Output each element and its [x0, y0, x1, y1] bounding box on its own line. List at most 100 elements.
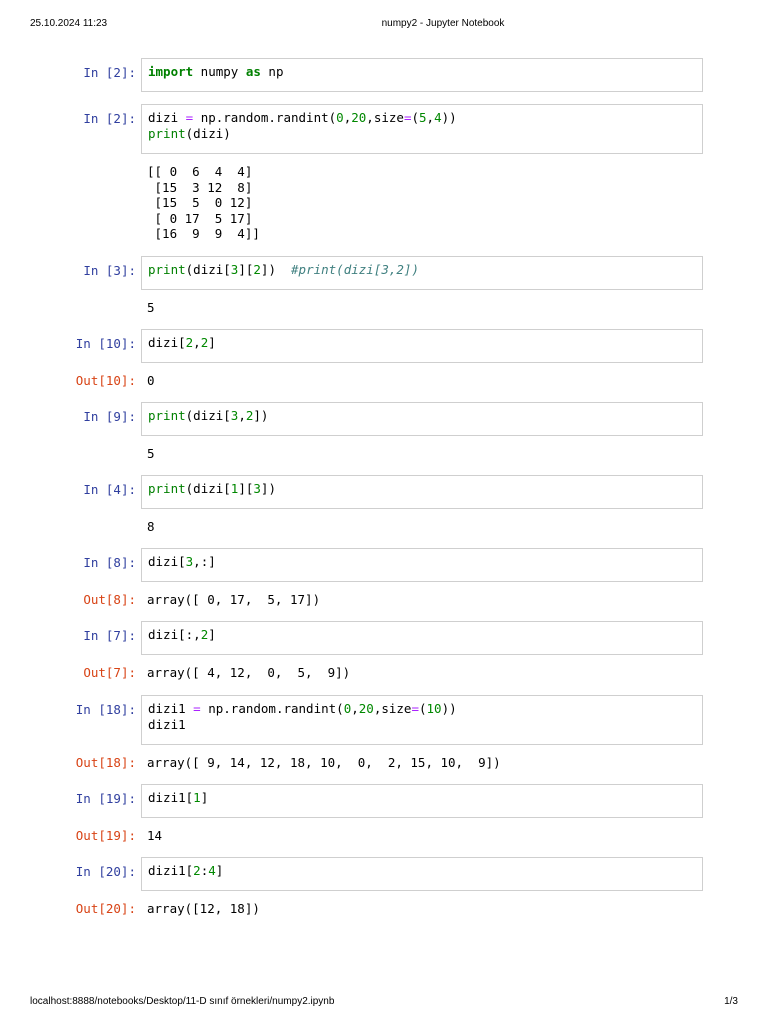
input-prompt: In [4]: — [83, 482, 136, 497]
code-token: , — [193, 335, 201, 350]
code-token: (dizi[ — [185, 408, 231, 423]
code-token: 1 — [193, 790, 201, 805]
code-token: as — [245, 64, 261, 79]
output-prompt: Out[18]: — [75, 755, 136, 770]
code-input[interactable]: import numpy as np — [141, 58, 703, 92]
code-token: dizi1[ — [148, 790, 194, 805]
code-token: dizi1 — [148, 716, 186, 732]
output-prompt: Out[7]: — [83, 665, 136, 680]
code-line: dizi1 — [148, 717, 696, 733]
code-token: print — [148, 408, 186, 423]
code-token: dizi — [148, 110, 186, 125]
code-token: 20 — [358, 701, 374, 716]
output-prompt: Out[20]: — [75, 901, 136, 916]
input-prompt: In [2]: — [83, 111, 136, 126]
output-prompt: Out[19]: — [75, 828, 136, 843]
output-line: array([ 0, 17, 5, 17]) — [147, 592, 321, 607]
code-token: ]) — [260, 481, 276, 496]
code-token: 10 — [426, 701, 442, 716]
input-prompt: In [7]: — [83, 628, 136, 643]
code-input[interactable]: dizi[2,2] — [141, 329, 703, 363]
code-token: 4 — [434, 110, 442, 125]
output-line: [16 9 9 4]] — [147, 226, 260, 241]
code-token: numpy — [193, 64, 246, 79]
code-token: dizi[ — [148, 554, 186, 569]
code-token: ,:] — [193, 554, 216, 569]
code-token: (dizi[ — [185, 481, 231, 496]
output-prompt: Out[8]: — [83, 592, 136, 607]
code-token: #print(dizi[3,2]) — [291, 262, 419, 277]
code-token: ] — [208, 627, 216, 642]
code-input[interactable]: dizi[3,:] — [141, 548, 703, 582]
code-token: 5 — [419, 110, 427, 125]
code-token: , — [238, 408, 246, 423]
output-prompt: Out[10]: — [75, 373, 136, 388]
code-input[interactable]: dizi[:,2] — [141, 621, 703, 655]
code-token: 4 — [208, 863, 216, 878]
code-token: 2 — [253, 262, 261, 277]
code-line: dizi1[2:4] — [148, 863, 696, 879]
code-line: print(dizi) — [148, 126, 696, 142]
code-token: np.random.randint( — [200, 701, 344, 716]
cell-output: [[ 0 6 4 4] [15 3 12 8] [15 5 0 12] [ 0 … — [147, 164, 260, 242]
code-token: ,size — [366, 110, 404, 125]
output-line: 5 — [147, 446, 155, 461]
code-token: np.random.randint( — [193, 110, 337, 125]
code-line: print(dizi[3][2]) #print(dizi[3,2]) — [148, 262, 696, 278]
code-token: dizi[ — [148, 335, 186, 350]
code-token: 20 — [351, 110, 367, 125]
input-prompt: In [8]: — [83, 555, 136, 570]
print-page-number: 1/3 — [724, 996, 738, 1007]
code-token: (dizi) — [185, 125, 231, 141]
output-line: [ 0 17 5 17] — [147, 210, 253, 226]
cell-output: array([12, 18]) — [147, 901, 260, 917]
cell-output: 14 — [147, 828, 162, 844]
code-token: , — [351, 701, 359, 716]
cell-output: 8 — [147, 519, 155, 535]
output-line: [[ 0 6 4 4] — [147, 164, 253, 179]
print-url: localhost:8888/notebooks/Desktop/11-D sı… — [30, 996, 335, 1007]
code-input[interactable]: dizi1[1] — [141, 784, 703, 818]
input-prompt: In [3]: — [83, 263, 136, 278]
code-token: dizi[:, — [148, 627, 201, 642]
code-input[interactable]: print(dizi[3][2]) #print(dizi[3,2]) — [141, 256, 703, 290]
code-token: )) — [441, 701, 457, 716]
code-input[interactable]: print(dizi[1][3]) — [141, 475, 703, 509]
code-token: (dizi[ — [185, 262, 231, 277]
code-token: ][ — [238, 481, 254, 496]
code-token: ] — [208, 335, 216, 350]
output-line: [15 3 12 8] — [147, 179, 253, 195]
output-line: 8 — [147, 519, 155, 534]
code-input[interactable]: dizi1[2:4] — [141, 857, 703, 891]
code-token: 2 — [193, 863, 201, 878]
output-line: array([ 4, 12, 0, 5, 9]) — [147, 665, 351, 680]
output-line: 0 — [147, 373, 155, 388]
output-line: array([ 9, 14, 12, 18, 10, 0, 2, 15, 10,… — [147, 755, 501, 770]
code-token: 0 — [336, 110, 344, 125]
code-token: print — [148, 125, 186, 141]
input-prompt: In [10]: — [75, 336, 136, 351]
output-line: 14 — [147, 828, 163, 843]
code-line: import numpy as np — [148, 64, 696, 80]
cell-output: array([ 0, 17, 5, 17]) — [147, 592, 320, 608]
code-token: 3 — [253, 481, 261, 496]
code-input[interactable]: print(dizi[3,2]) — [141, 402, 703, 436]
code-token: ] — [215, 863, 224, 878]
code-input[interactable]: dizi = np.random.randint(0,20,size=(5,4)… — [141, 104, 703, 154]
code-token: ] — [200, 790, 209, 805]
code-token: np — [260, 64, 284, 79]
code-line: dizi[2,2] — [148, 335, 696, 351]
code-token: )) — [441, 110, 457, 125]
code-token: print — [148, 481, 186, 496]
input-prompt: In [19]: — [75, 791, 136, 806]
code-token: import — [148, 64, 194, 79]
code-input[interactable]: dizi1 = np.random.randint(0,20,size=(10)… — [141, 695, 703, 745]
cell-output: 5 — [147, 446, 155, 462]
input-prompt: In [18]: — [75, 702, 136, 717]
code-line: dizi = np.random.randint(0,20,size=(5,4)… — [148, 110, 696, 126]
input-prompt: In [2]: — [83, 65, 136, 80]
code-line: print(dizi[3,2]) — [148, 408, 696, 424]
code-line: dizi[:,2] — [148, 627, 696, 643]
code-token: ]) — [260, 262, 292, 277]
cell-output: array([ 9, 14, 12, 18, 10, 0, 2, 15, 10,… — [147, 755, 501, 771]
